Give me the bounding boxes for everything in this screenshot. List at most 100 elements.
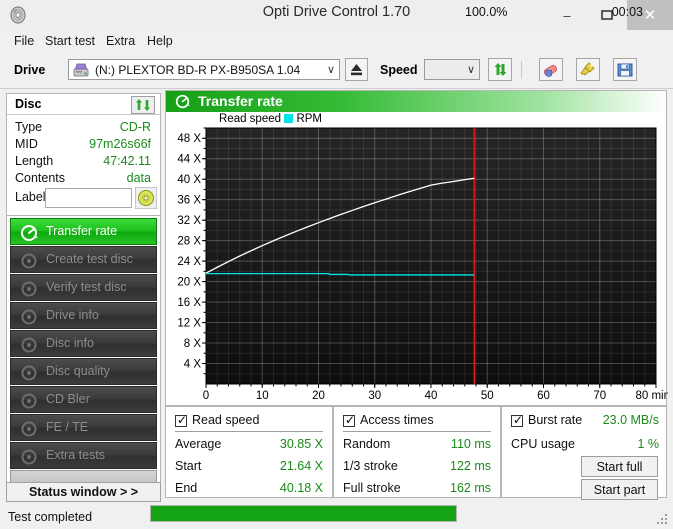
svg-text:0: 0 [203, 390, 209, 402]
sidebar-item-disc-info[interactable]: Disc info [10, 330, 157, 357]
sidebar-nav: Transfer rate Create test disc Verify te… [6, 215, 161, 492]
sidebar-item-disc-quality[interactable]: Disc quality [10, 358, 157, 385]
read-speed-checkbox[interactable] [175, 413, 187, 427]
eject-button[interactable] [345, 58, 368, 81]
svg-text:20: 20 [312, 390, 325, 402]
read-speed-key-start: Start [175, 459, 202, 473]
progress-percent: 100.0% [465, 5, 508, 19]
disc-key-length: Length [15, 154, 54, 168]
drive-label: Drive [14, 63, 46, 77]
sidebar-label: FE / TE [46, 420, 89, 434]
sidebar-item-transfer-rate[interactable]: Transfer rate [10, 218, 157, 245]
disc-key-mid: MID [15, 137, 38, 151]
disc-label-input[interactable] [45, 188, 132, 208]
menu-file[interactable]: File [9, 33, 39, 50]
speed-gauge-icon [20, 224, 38, 245]
menu-help[interactable]: Help [142, 33, 178, 50]
burst-rate-value: 23.0 MB/s [602, 413, 659, 427]
burst-rate-stats-panel: Burst rate 23.0 MB/s CPU usage 1 % Start… [501, 406, 667, 500]
sidebar-item-fe-te[interactable]: FE / TE [10, 414, 157, 441]
sidebar-label: Create test disc [46, 252, 133, 266]
svg-text:40 X: 40 X [177, 174, 201, 186]
svg-text:4 X: 4 X [184, 359, 202, 371]
disc-label-button[interactable] [134, 186, 158, 210]
disc-refresh-button[interactable] [131, 96, 155, 114]
floppy-save-icon [617, 63, 633, 77]
progress-fill [151, 506, 456, 521]
sidebar-item-extra-tests[interactable]: Extra tests [10, 442, 157, 469]
drive-select[interactable]: (N:) PLEXTOR BD-R PX-B950SA 1.04 ∨ [68, 59, 340, 80]
burst-rate-check-label: Burst rate [528, 413, 583, 427]
sidebar-item-cd-bler[interactable]: CD Bler [10, 386, 157, 413]
sidebar-item-create-test-disc[interactable]: Create test disc [10, 246, 157, 273]
access-times-key-random: Random [343, 437, 391, 451]
create-disc-icon [20, 252, 38, 273]
refresh-button[interactable] [488, 58, 512, 81]
read-speed-check-label: Read speed [192, 413, 260, 427]
read-speed-value-average: 30.85 X [279, 437, 323, 451]
access-times-key-third-stroke: 1/3 stroke [343, 459, 398, 473]
disc-key-label: Label [15, 190, 46, 204]
title-bar: Opti Drive Control 1.70 – ✕ [0, 0, 673, 30]
disc-value-mid: 97m26s66f [89, 137, 151, 151]
sidebar-label: Verify test disc [46, 280, 127, 294]
svg-text:10: 10 [256, 390, 269, 402]
toolbar-separator [521, 61, 522, 79]
disc-info-icon [20, 336, 38, 357]
divider [343, 431, 491, 432]
minimize-button[interactable]: – [547, 0, 587, 30]
resize-grip-icon[interactable] [657, 514, 669, 526]
toolbar: Drive (N:) PLEXTOR BD-R PX-B950SA 1.04 ∨… [0, 52, 673, 89]
cpu-usage-value: 1 % [637, 437, 659, 451]
refresh-arrows-icon [494, 63, 507, 76]
cd-bler-icon [20, 392, 38, 413]
access-times-stats-panel: Access times Random 110 ms 1/3 stroke 12… [333, 406, 501, 498]
disc-value-type: CD-R [119, 120, 151, 134]
cpu-usage-key: CPU usage [511, 437, 575, 451]
svg-text:20 X: 20 X [177, 277, 201, 289]
app-window: Opti Drive Control 1.70 – ✕ File Start t… [0, 0, 673, 529]
erase-button[interactable] [539, 58, 563, 81]
drive-info-icon [20, 308, 38, 329]
access-times-value-third-stroke: 122 ms [450, 459, 491, 473]
svg-text:40: 40 [425, 390, 438, 402]
menu-start-test[interactable]: Start test [40, 33, 100, 50]
status-text: Test completed [8, 510, 93, 524]
read-speed-value-start: 21.64 X [279, 459, 323, 473]
transfer-rate-plot: 4 X 8 X 12 X 16 X 20 X 24 X 28 X 32 X 36 X 40 X 44… [177, 127, 668, 402]
svg-text:16 X: 16 X [177, 297, 201, 309]
refresh-arrows-icon [136, 99, 150, 111]
sidebar-label: CD Bler [46, 392, 90, 406]
sidebar-item-drive-info[interactable]: Drive info [10, 302, 157, 329]
sidebar-item-verify-test-disc[interactable]: Verify test disc [10, 274, 157, 301]
disc-key-contents: Contents [15, 171, 66, 185]
svg-text:48 X: 48 X [177, 133, 201, 145]
sidebar-label: Extra tests [46, 448, 106, 462]
start-part-button[interactable]: Start part [581, 479, 658, 500]
read-speed-key-end: End [175, 481, 198, 495]
save-button[interactable] [613, 58, 637, 81]
burst-rate-checkbox[interactable] [511, 413, 523, 427]
sidebar-label: Disc quality [46, 364, 110, 378]
read-speed-value-end: 40.18 X [279, 481, 323, 495]
minimize-icon: – [563, 7, 571, 23]
menu-extra[interactable]: Extra [101, 33, 140, 50]
disc-value-contents: data [126, 171, 151, 185]
access-times-value-full-stroke: 162 ms [450, 481, 491, 495]
access-times-value-random: 110 ms [450, 437, 491, 451]
disc-key-type: Type [15, 120, 43, 134]
disc-panel-header: Disc [7, 94, 160, 115]
svg-text:12 X: 12 X [177, 318, 201, 330]
drive-value: (N:) PLEXTOR BD-R PX-B950SA 1.04 [95, 63, 301, 77]
status-window-button[interactable]: Status window > > [6, 482, 161, 502]
start-full-button[interactable]: Start full [581, 456, 658, 477]
speed-select[interactable]: ∨ [424, 59, 480, 80]
access-times-checkbox[interactable] [343, 413, 355, 427]
svg-text:8 X: 8 X [184, 338, 202, 350]
sidebar-label: Transfer rate [46, 224, 118, 238]
progress-bar [150, 505, 457, 522]
svg-text:24 X: 24 X [177, 256, 201, 268]
verify-disc-icon [20, 280, 38, 301]
svg-text:70: 70 [593, 390, 606, 402]
tools-button[interactable] [576, 58, 600, 81]
